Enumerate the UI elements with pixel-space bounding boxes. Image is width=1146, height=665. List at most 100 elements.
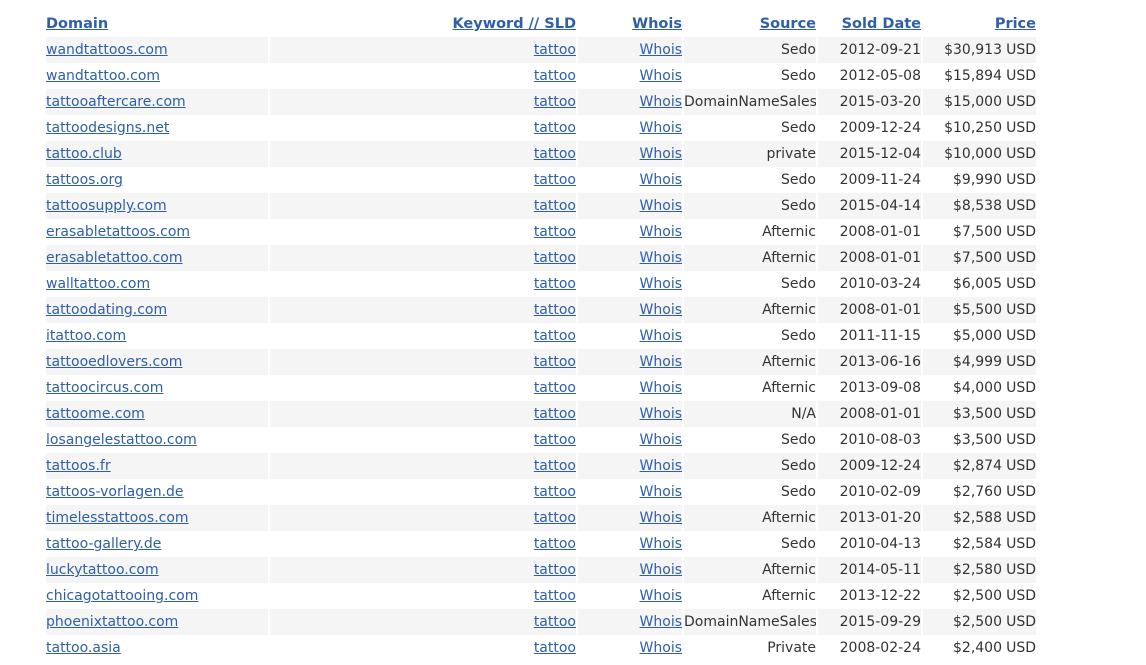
keyword-link[interactable]: tattoo (534, 614, 576, 630)
whois-link[interactable]: Whois (640, 640, 682, 656)
keyword-link[interactable]: tattoo (534, 250, 576, 266)
sort-by-price-link[interactable]: Price (995, 16, 1036, 32)
domain-link[interactable]: tattoos.fr (46, 458, 111, 474)
price-cell: $5,000 USD (923, 323, 1036, 349)
whois-link[interactable]: Whois (640, 458, 682, 474)
whois-link[interactable]: Whois (640, 484, 682, 500)
domain-link[interactable]: tattoodesigns.net (46, 120, 169, 136)
whois-link[interactable]: Whois (640, 276, 682, 292)
keyword-link[interactable]: tattoo (534, 354, 576, 370)
whois-link[interactable]: Whois (640, 432, 682, 448)
sort-by-sold-date-link[interactable]: Sold Date (842, 16, 921, 32)
keyword-link[interactable]: tattoo (534, 484, 576, 500)
whois-link[interactable]: Whois (640, 172, 682, 188)
domain-cell: erasabletattoos.com (46, 219, 268, 245)
domain-link[interactable]: erasabletattoos.com (46, 224, 190, 240)
domain-link[interactable]: tattoo-gallery.de (46, 536, 161, 552)
whois-link[interactable]: Whois (640, 588, 682, 604)
domain-link[interactable]: walltattoo.com (46, 276, 150, 292)
sort-by-domain-link[interactable]: Domain (46, 16, 108, 32)
domain-link[interactable]: phoenixtattoo.com (46, 614, 178, 630)
whois-link[interactable]: Whois (640, 380, 682, 396)
table-row: walltattoo.com tattoo Whois Sedo 2010-03-24 $… (46, 271, 1036, 297)
keyword-link[interactable]: tattoo (534, 380, 576, 396)
domain-link[interactable]: tattoo.asia (46, 640, 121, 656)
keyword-link[interactable]: tattoo (534, 302, 576, 318)
whois-link[interactable]: Whois (640, 328, 682, 344)
keyword-link[interactable]: tattoo (534, 94, 576, 110)
sold-date-cell: 2008-01-01 (818, 245, 921, 271)
domain-link[interactable]: losangelestattoo.com (46, 432, 197, 448)
price-currency: USD (1006, 458, 1036, 474)
keyword-link[interactable]: tattoo (534, 432, 576, 448)
domain-link[interactable]: tattoocircus.com (46, 380, 163, 396)
domain-link[interactable]: luckytattoo.com (46, 562, 159, 578)
domain-link[interactable]: wandtattoos.com (46, 42, 168, 58)
whois-link[interactable]: Whois (640, 406, 682, 422)
whois-link[interactable]: Whois (640, 536, 682, 552)
keyword-link[interactable]: tattoo (534, 68, 576, 84)
keyword-link[interactable]: tattoo (534, 458, 576, 474)
keyword-cell: tattoo (270, 635, 576, 661)
source-cell: Afternic (684, 219, 816, 245)
sold-date-cell: 2010-04-13 (818, 531, 921, 557)
domain-link[interactable]: tattooedlovers.com (46, 354, 182, 370)
keyword-link[interactable]: tattoo (534, 328, 576, 344)
price-amount: $2,500 (953, 588, 1002, 604)
whois-link[interactable]: Whois (640, 42, 682, 58)
whois-link[interactable]: Whois (640, 562, 682, 578)
source-cell: Sedo (684, 37, 816, 63)
keyword-link[interactable]: tattoo (534, 42, 576, 58)
keyword-link[interactable]: tattoo (534, 640, 576, 656)
sort-by-keyword-link[interactable]: Keyword // SLD (452, 16, 576, 32)
keyword-link[interactable]: tattoo (534, 588, 576, 604)
domain-link[interactable]: chicagotattooing.com (46, 588, 198, 604)
price-currency: USD (1006, 562, 1036, 578)
sort-by-source-link[interactable]: Source (760, 16, 816, 32)
table-row: wandtattoos.com tattoo Whois Sedo 2012-09-21… (46, 37, 1036, 63)
keyword-link[interactable]: tattoo (534, 510, 576, 526)
whois-link[interactable]: Whois (640, 354, 682, 370)
domain-link[interactable]: tattoosupply.com (46, 198, 167, 214)
whois-link[interactable]: Whois (640, 94, 682, 110)
keyword-link[interactable]: tattoo (534, 120, 576, 136)
keyword-link[interactable]: tattoo (534, 406, 576, 422)
whois-link[interactable]: Whois (640, 250, 682, 266)
price-amount: $8,538 (953, 198, 1002, 214)
whois-link[interactable]: Whois (640, 198, 682, 214)
whois-link[interactable]: Whois (640, 120, 682, 136)
whois-cell: Whois (578, 401, 682, 427)
keyword-link[interactable]: tattoo (534, 276, 576, 292)
price-currency: USD (1006, 250, 1036, 266)
domain-link[interactable]: wandtattoo.com (46, 68, 160, 84)
price-cell: $2,588 USD (923, 505, 1036, 531)
domain-link[interactable]: tattoos.org (46, 172, 123, 188)
whois-link[interactable]: Whois (640, 224, 682, 240)
whois-link[interactable]: Whois (640, 68, 682, 84)
keyword-link[interactable]: tattoo (534, 536, 576, 552)
keyword-link[interactable]: tattoo (534, 146, 576, 162)
keyword-link[interactable]: tattoo (534, 224, 576, 240)
whois-link[interactable]: Whois (640, 302, 682, 318)
sold-date-cell: 2015-12-04 (818, 141, 921, 167)
keyword-link[interactable]: tattoo (534, 172, 576, 188)
whois-cell: Whois (578, 297, 682, 323)
domain-link[interactable]: tattoome.com (46, 406, 145, 422)
source-cell: Sedo (684, 193, 816, 219)
sold-date-cell: 2015-03-20 (818, 89, 921, 115)
whois-link[interactable]: Whois (640, 146, 682, 162)
price-currency: USD (1006, 588, 1036, 604)
keyword-link[interactable]: tattoo (534, 198, 576, 214)
domain-link[interactable]: itattoo.com (46, 328, 126, 344)
domain-link[interactable]: erasabletattoo.com (46, 250, 183, 266)
domain-link[interactable]: tattoos-vorlagen.de (46, 484, 184, 500)
domain-cell: chicagotattooing.com (46, 583, 268, 609)
sort-by-whois-link[interactable]: Whois (632, 16, 682, 32)
domain-link[interactable]: tattoo.club (46, 146, 122, 162)
keyword-link[interactable]: tattoo (534, 562, 576, 578)
domain-link[interactable]: tattoodating.com (46, 302, 167, 318)
domain-link[interactable]: timelesstattoos.com (46, 510, 189, 526)
domain-link[interactable]: tattooaftercare.com (46, 94, 186, 110)
whois-link[interactable]: Whois (640, 510, 682, 526)
whois-link[interactable]: Whois (640, 614, 682, 630)
